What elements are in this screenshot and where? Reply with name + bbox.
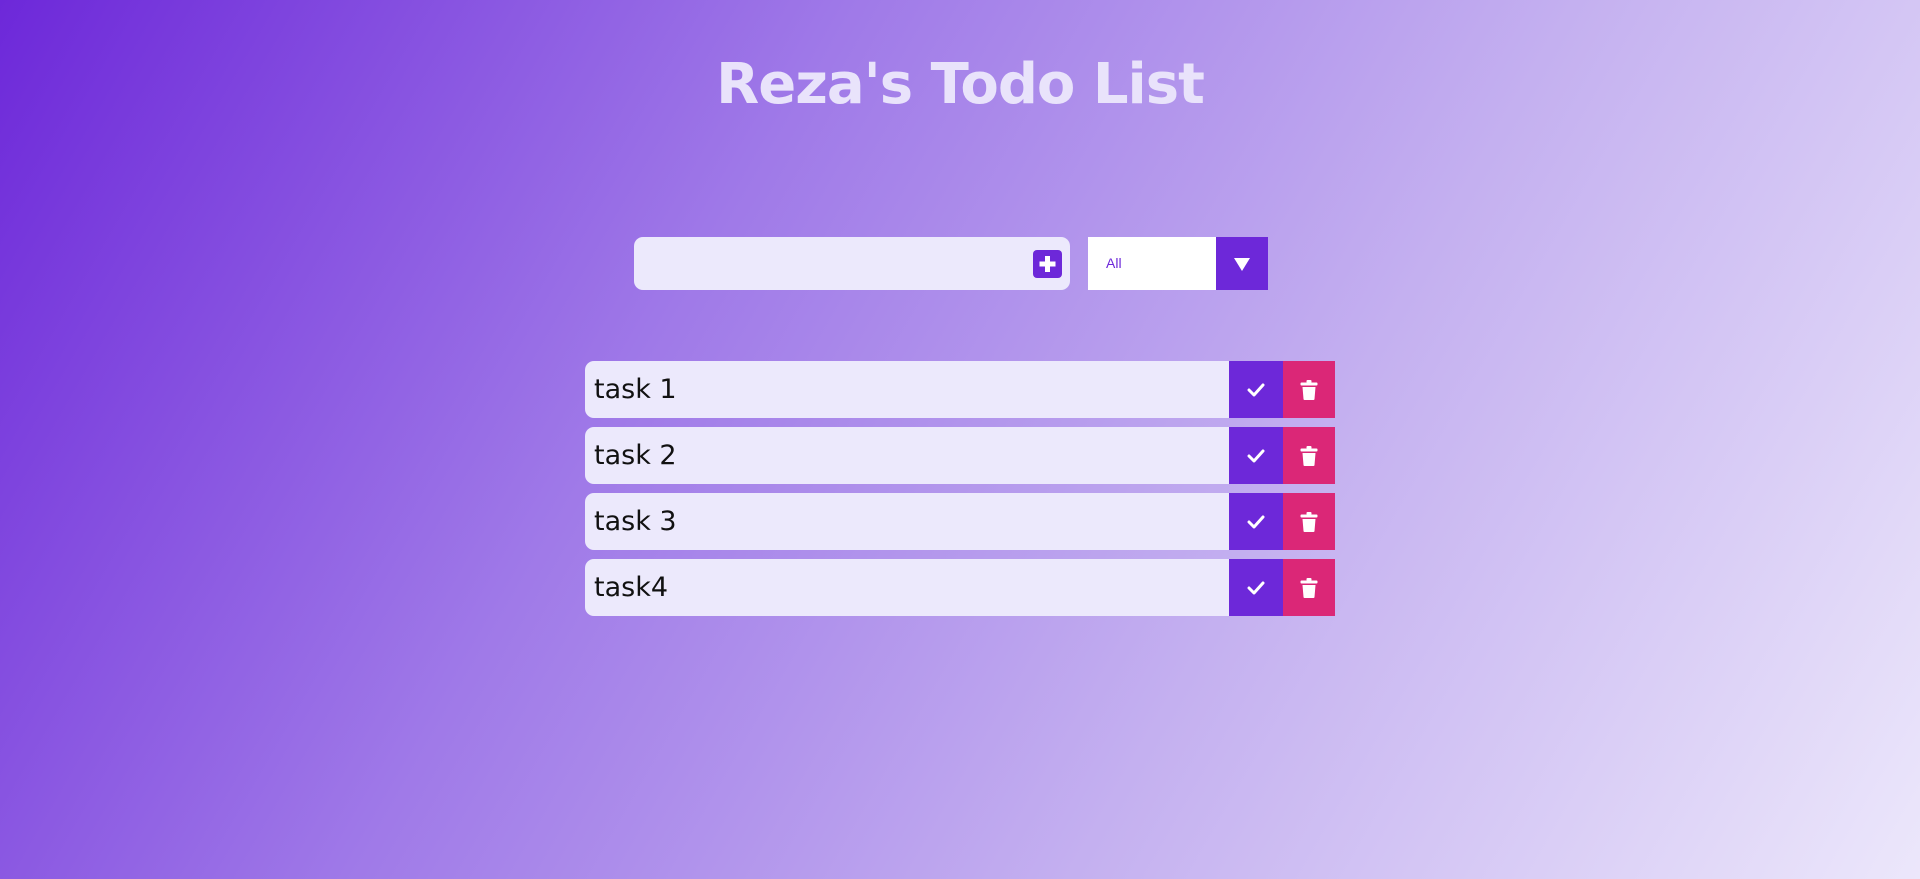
delete-button[interactable] bbox=[1283, 427, 1335, 484]
trash-icon bbox=[1300, 577, 1318, 598]
todo-item: task 2 bbox=[585, 427, 1335, 484]
todo-item: task4 bbox=[585, 559, 1335, 616]
check-icon bbox=[1247, 449, 1265, 462]
filter-selected-value: All bbox=[1106, 255, 1122, 271]
todo-text: task 2 bbox=[594, 440, 677, 471]
delete-button[interactable] bbox=[1283, 559, 1335, 616]
delete-button[interactable] bbox=[1283, 493, 1335, 550]
todo-input[interactable] bbox=[634, 237, 1014, 290]
caret-down-icon bbox=[1234, 258, 1250, 271]
todo-item: task 3 bbox=[585, 493, 1335, 550]
todo-text: task 3 bbox=[594, 506, 677, 537]
complete-button[interactable] bbox=[1229, 427, 1283, 484]
todo-item: task 1 bbox=[585, 361, 1335, 418]
complete-button[interactable] bbox=[1229, 493, 1283, 550]
check-icon bbox=[1247, 383, 1265, 396]
add-todo-button[interactable] bbox=[1033, 250, 1062, 278]
trash-icon bbox=[1300, 379, 1318, 400]
add-todo-form bbox=[634, 237, 1070, 290]
filter-dropdown-button[interactable] bbox=[1216, 237, 1268, 290]
delete-button[interactable] bbox=[1283, 361, 1335, 418]
check-icon bbox=[1247, 581, 1265, 594]
trash-icon bbox=[1300, 445, 1318, 466]
todo-text: task4 bbox=[594, 572, 669, 603]
trash-icon bbox=[1300, 511, 1318, 532]
todo-text: task 1 bbox=[594, 374, 677, 405]
todo-list: task 1 task 2 task 3 task4 bbox=[585, 361, 1335, 625]
plus-square-icon bbox=[1039, 256, 1056, 272]
complete-button[interactable] bbox=[1229, 361, 1283, 418]
check-icon bbox=[1247, 515, 1265, 528]
page-title: Reza's Todo List bbox=[716, 52, 1205, 117]
filter-select[interactable]: All bbox=[1088, 237, 1268, 290]
complete-button[interactable] bbox=[1229, 559, 1283, 616]
